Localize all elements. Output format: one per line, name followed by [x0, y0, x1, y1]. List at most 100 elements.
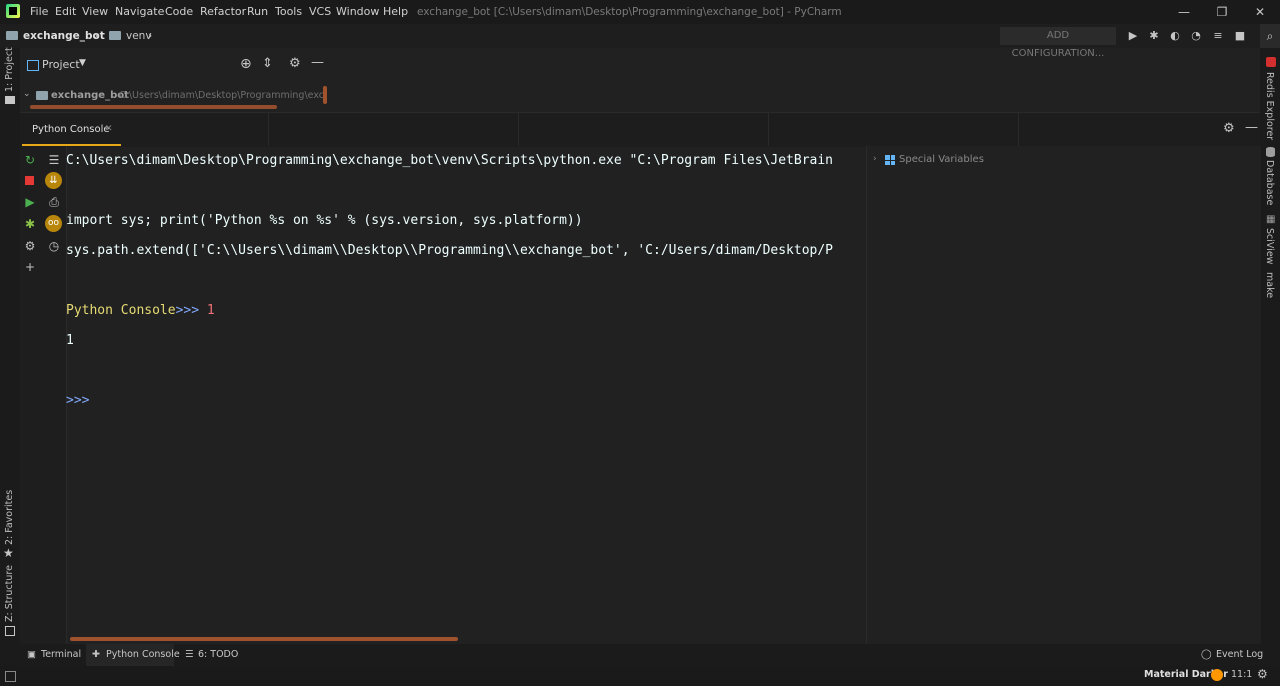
chevron-down-icon[interactable]: ▼ [79, 58, 86, 68]
expand-arrow-icon[interactable]: › [873, 154, 877, 164]
make-tool-button[interactable]: make [1264, 272, 1275, 298]
redis-icon [1266, 57, 1276, 67]
build-icon[interactable]: ≡ [1210, 28, 1226, 44]
redis-explorer-tool-button[interactable]: Redis Explorer [1264, 72, 1275, 140]
close-window-button[interactable]: ✕ [1240, 0, 1280, 24]
event-log-tab[interactable]: Event Log [1216, 644, 1263, 666]
menu-help[interactable]: Help [383, 0, 408, 24]
console-input-prompt[interactable]: >>> [66, 393, 89, 408]
debug-icon[interactable]: ✱ [1146, 28, 1162, 44]
menu-view[interactable]: View [82, 0, 108, 24]
status-bar-toggle-icon[interactable] [5, 671, 16, 682]
run-icon[interactable]: ▶ [22, 194, 38, 210]
menu-code[interactable]: Code [165, 0, 193, 24]
expand-arrow-icon[interactable]: ⌄ [23, 89, 31, 99]
add-configuration-button[interactable]: ADD CONFIGURATION... [1000, 27, 1116, 59]
database-tool-button[interactable]: Database [1264, 160, 1275, 205]
gear-icon[interactable]: ⚙ [1223, 121, 1235, 136]
console-output: 1 [66, 333, 74, 348]
sciview-icon: ▦ [1266, 214, 1276, 225]
sciview-tool-button[interactable]: SciView [1264, 228, 1275, 264]
star-icon: ★ [3, 546, 14, 560]
search-everywhere-icon[interactable]: ⌕ [1260, 24, 1280, 48]
console-line-python-exe: C:\Users\dimam\Desktop\Programming\excha… [66, 153, 834, 168]
terminal-icon: ▣ [27, 649, 36, 660]
profile-icon[interactable]: ◔ [1188, 28, 1204, 44]
folder-icon [109, 31, 121, 40]
menu-file[interactable]: File [30, 0, 48, 24]
folder-icon [6, 31, 18, 40]
variables-panel [866, 146, 1261, 644]
menu-edit[interactable]: Edit [55, 0, 76, 24]
database-icon [1266, 147, 1275, 157]
console-tab-row [20, 112, 1260, 147]
cursor-position[interactable]: 11:1 [1231, 669, 1252, 680]
breadcrumb-separator-icon: › [94, 30, 99, 42]
terminal-tab[interactable]: Terminal [41, 644, 81, 666]
todo-tab[interactable]: 6: TODO [198, 644, 238, 666]
collapse-all-icon[interactable]: ⇕ [262, 56, 273, 71]
variables-grid-icon [885, 155, 895, 165]
breadcrumb-separator-icon: › [148, 30, 153, 42]
todo-icon: ☰ [185, 649, 194, 660]
print-icon[interactable]: ⎙ [46, 194, 62, 210]
theme-color-dot [1211, 669, 1223, 681]
rerun-icon[interactable]: ↻ [22, 152, 38, 168]
menu-run[interactable]: Run [247, 0, 268, 24]
settings-icon[interactable]: ⚙ [22, 238, 38, 254]
menu-refactor[interactable]: Refactor [200, 0, 246, 24]
project-root-path: C:\Users\dimam\Desktop\Programming\excha… [119, 90, 327, 101]
project-tool-button[interactable]: 1: Project [4, 47, 15, 92]
status-bar [0, 666, 1280, 686]
close-tab-icon[interactable]: ✕ [105, 124, 113, 134]
soft-wrap-icon[interactable]: ☰ [46, 152, 62, 168]
window-title: exchange_bot [C:\Users\dimam\Desktop\Pro… [417, 6, 842, 18]
settings-icon[interactable]: ⚙ [1257, 667, 1268, 681]
project-root-name[interactable]: exchange_bot [51, 90, 129, 101]
console-prompt-symbol: >>> [175, 303, 200, 318]
run-icon[interactable]: ▶ [1125, 28, 1141, 44]
menu-navigate[interactable]: Navigate [115, 0, 164, 24]
console-output-area[interactable]: C:\Users\dimam\Desktop\Programming\excha… [66, 146, 866, 644]
folder-icon [36, 91, 48, 100]
tab-separator [268, 112, 269, 146]
menu-window[interactable]: Window [336, 0, 379, 24]
special-variables-node[interactable]: Special Variables [899, 154, 984, 165]
breadcrumb-project[interactable]: exchange_bot [23, 24, 105, 48]
minimize-button[interactable]: — [1164, 0, 1204, 24]
python-console-tab-label: Python Console [32, 124, 110, 135]
hide-panel-icon[interactable]: — [311, 55, 324, 70]
event-log-icon: ◯ [1201, 649, 1212, 660]
project-panel-title[interactable]: Project [42, 58, 80, 71]
tab-separator [768, 112, 769, 146]
stop-icon[interactable] [25, 176, 34, 185]
project-view-icon [27, 60, 39, 71]
horizontal-scrollbar[interactable] [70, 637, 458, 641]
debug-icon[interactable]: ✱ [22, 216, 38, 232]
menu-tools[interactable]: Tools [275, 0, 302, 24]
favorites-tool-button[interactable]: 2: Favorites [4, 490, 15, 545]
console-line-import: import sys; print('Python %s on %s' % (s… [66, 213, 583, 228]
console-input: 1 [206, 303, 215, 318]
menu-vcs[interactable]: VCS [309, 0, 331, 24]
horizontal-scrollbar[interactable] [30, 105, 277, 109]
vertical-scrollbar[interactable] [323, 86, 327, 104]
show-variables-icon[interactable]: oo [45, 215, 62, 232]
history-icon[interactable]: ◷ [46, 238, 62, 254]
maximize-button[interactable]: ❐ [1202, 0, 1242, 24]
console-prompt-label: Python Console [66, 303, 176, 318]
stop-icon[interactable]: ■ [1232, 28, 1248, 44]
gear-icon[interactable]: ⚙ [289, 56, 301, 71]
console-prompt-line: Python Console>>> 1 [66, 303, 215, 318]
structure-tool-button[interactable]: Z: Structure [4, 565, 15, 622]
pycharm-logo-icon [6, 4, 20, 18]
tab-separator [518, 112, 519, 146]
coverage-icon[interactable]: ◐ [1167, 28, 1183, 44]
python-console-tab-label-bottom: Python Console [106, 649, 180, 660]
add-icon[interactable]: + [22, 259, 38, 275]
hide-panel-icon[interactable]: — [1245, 120, 1258, 135]
scroll-to-end-icon[interactable]: ⇊ [45, 172, 62, 189]
console-line-sys-path: sys.path.extend(['C:\\Users\\dimam\\Desk… [66, 243, 834, 258]
locate-icon[interactable]: ⊕ [240, 56, 252, 72]
python-icon: ✚ [92, 649, 100, 660]
